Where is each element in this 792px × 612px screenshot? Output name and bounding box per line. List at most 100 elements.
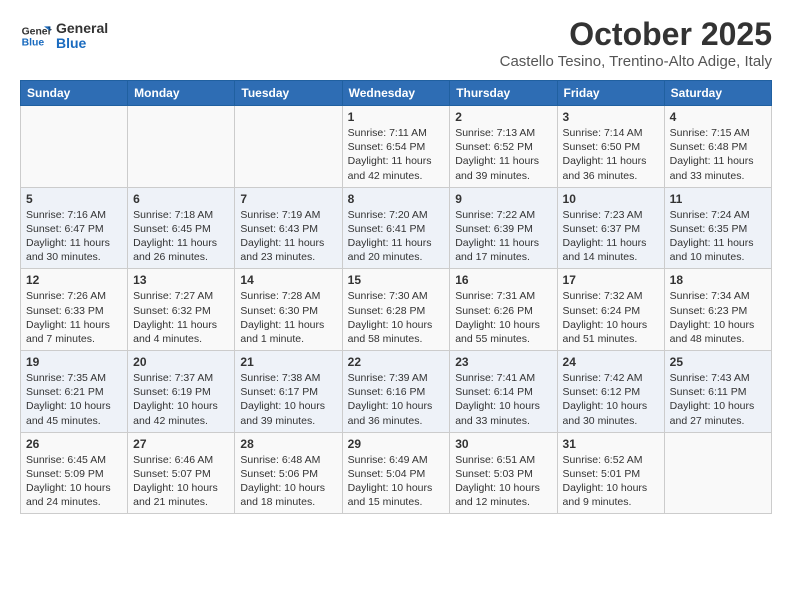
table-row: 14 Sunrise: 7:28 AM Sunset: 6:30 PM Dayli… — [235, 269, 342, 351]
day-number: 30 — [455, 437, 551, 451]
table-row: 2 Sunrise: 7:13 AM Sunset: 6:52 PM Daylig… — [450, 106, 557, 188]
calendar-week-row: 12Sunrise: 7:26 AM Sunset: 6:33 PM Dayli… — [21, 269, 772, 351]
day-number: 10 — [563, 192, 659, 206]
day-number: 14 — [240, 273, 336, 287]
day-info: Sunrise: 7:16 AM Sunset: 6:47 PM Dayligh… — [26, 208, 122, 265]
table-row: 22Sunrise: 7:39 AM Sunset: 6:16 PM Dayli… — [342, 351, 450, 433]
day-number: 16 — [455, 273, 551, 287]
day-number: 21 — [240, 355, 336, 369]
calendar-header-row: Sunday Monday Tuesday Wednesday Thursday… — [21, 81, 772, 106]
table-row: 7 Sunrise: 7:19 AM Sunset: 6:43 PM Daylig… — [235, 187, 342, 269]
day-number: 18 — [670, 273, 766, 287]
day-info: Sunrise: 7:14 AM Sunset: 6:50 PM Dayligh… — [563, 126, 659, 183]
logo: General Blue General Blue — [20, 20, 108, 52]
day-info: Sunrise: 6:45 AM Sunset: 5:09 PM Dayligh… — [26, 453, 122, 510]
table-row: 20 Sunrise: 7:37 AM Sunset: 6:19 PM Dayli… — [128, 351, 235, 433]
table-row: 19 Sunrise: 7:35 AM Sunset: 6:21 PM Dayli… — [21, 351, 128, 433]
day-number: 1 — [348, 110, 445, 124]
day-info: Sunrise: 6:48 AM Sunset: 5:06 PM Dayligh… — [240, 453, 336, 510]
col-tuesday: Tuesday — [235, 81, 342, 106]
day-info: Sunrise: 6:51 AM Sunset: 5:03 PM Dayligh… — [455, 453, 551, 510]
day-info: Sunrise: 7:20 AM Sunset: 6:41 PM Dayligh… — [348, 208, 445, 265]
day-number: 17 — [563, 273, 659, 287]
table-row: 16 Sunrise: 7:31 AM Sunset: 6:26 PM Dayli… — [450, 269, 557, 351]
day-number: 8 — [348, 192, 445, 206]
day-info: Sunrise: 7:27 AM Sunset: 6:32 PM Dayligh… — [133, 289, 229, 346]
day-info: Sunrise: 7:38 AM Sunset: 6:17 PM Dayligh… — [240, 371, 336, 428]
col-saturday: Saturday — [664, 81, 771, 106]
day-info: Sunrise: 7:41 AM Sunset: 6:14 PM Dayligh… — [455, 371, 551, 428]
day-info: Sunrise: 7:11 AM Sunset: 6:54 PM Dayligh… — [348, 126, 445, 183]
day-info: Sunrise: 7:26 AM Sunset: 6:33 PM Dayligh… — [26, 289, 122, 346]
day-info: Sunrise: 7:34 AM Sunset: 6:23 PM Dayligh… — [670, 289, 766, 346]
logo-line2: Blue — [56, 36, 108, 51]
calendar-table: Sunday Monday Tuesday Wednesday Thursday… — [20, 80, 772, 514]
svg-text:Blue: Blue — [22, 38, 45, 49]
table-row — [235, 106, 342, 188]
day-number: 2 — [455, 110, 551, 124]
col-wednesday: Wednesday — [342, 81, 450, 106]
day-number: 27 — [133, 437, 229, 451]
day-info: Sunrise: 7:18 AM Sunset: 6:45 PM Dayligh… — [133, 208, 229, 265]
calendar-week-row: 1 Sunrise: 7:11 AM Sunset: 6:54 PM Daylig… — [21, 106, 772, 188]
day-number: 29 — [348, 437, 445, 451]
calendar-week-row: 5 Sunrise: 7:16 AM Sunset: 6:47 PM Daylig… — [21, 187, 772, 269]
day-info: Sunrise: 7:37 AM Sunset: 6:19 PM Dayligh… — [133, 371, 229, 428]
table-row: 13 Sunrise: 7:27 AM Sunset: 6:32 PM Dayli… — [128, 269, 235, 351]
day-info: Sunrise: 6:52 AM Sunset: 5:01 PM Dayligh… — [563, 453, 659, 510]
col-thursday: Thursday — [450, 81, 557, 106]
table-row — [128, 106, 235, 188]
day-number: 11 — [670, 192, 766, 206]
table-row — [664, 432, 771, 514]
table-row: 28Sunrise: 6:48 AM Sunset: 5:06 PM Dayli… — [235, 432, 342, 514]
day-info: Sunrise: 7:42 AM Sunset: 6:12 PM Dayligh… — [563, 371, 659, 428]
day-number: 24 — [563, 355, 659, 369]
day-number: 20 — [133, 355, 229, 369]
table-row: 30 Sunrise: 6:51 AM Sunset: 5:03 PM Dayli… — [450, 432, 557, 514]
col-sunday: Sunday — [21, 81, 128, 106]
day-info: Sunrise: 7:35 AM Sunset: 6:21 PM Dayligh… — [26, 371, 122, 428]
day-info: Sunrise: 7:19 AM Sunset: 6:43 PM Dayligh… — [240, 208, 336, 265]
table-row: 29Sunrise: 6:49 AM Sunset: 5:04 PM Dayli… — [342, 432, 450, 514]
table-row: 10Sunrise: 7:23 AM Sunset: 6:37 PM Dayli… — [557, 187, 664, 269]
table-row: 25Sunrise: 7:43 AM Sunset: 6:11 PM Dayli… — [664, 351, 771, 433]
month-year: October 2025 — [500, 16, 772, 53]
table-row: 27 Sunrise: 6:46 AM Sunset: 5:07 PM Dayli… — [128, 432, 235, 514]
day-number: 22 — [348, 355, 445, 369]
day-number: 5 — [26, 192, 122, 206]
logo-line1: General — [56, 21, 108, 36]
table-row: 21 Sunrise: 7:38 AM Sunset: 6:17 PM Dayli… — [235, 351, 342, 433]
location: Castello Tesino, Trentino-Alto Adige, It… — [500, 53, 772, 70]
table-row: 12Sunrise: 7:26 AM Sunset: 6:33 PM Dayli… — [21, 269, 128, 351]
table-row: 11 Sunrise: 7:24 AM Sunset: 6:35 PM Dayli… — [664, 187, 771, 269]
col-monday: Monday — [128, 81, 235, 106]
day-number: 7 — [240, 192, 336, 206]
day-info: Sunrise: 7:32 AM Sunset: 6:24 PM Dayligh… — [563, 289, 659, 346]
table-row — [21, 106, 128, 188]
calendar-week-row: 26Sunrise: 6:45 AM Sunset: 5:09 PM Dayli… — [21, 432, 772, 514]
table-row: 1 Sunrise: 7:11 AM Sunset: 6:54 PM Daylig… — [342, 106, 450, 188]
day-number: 13 — [133, 273, 229, 287]
table-row: 15 Sunrise: 7:30 AM Sunset: 6:28 PM Dayli… — [342, 269, 450, 351]
day-info: Sunrise: 7:24 AM Sunset: 6:35 PM Dayligh… — [670, 208, 766, 265]
table-row: 8 Sunrise: 7:20 AM Sunset: 6:41 PM Daylig… — [342, 187, 450, 269]
calendar-week-row: 19 Sunrise: 7:35 AM Sunset: 6:21 PM Dayli… — [21, 351, 772, 433]
day-number: 6 — [133, 192, 229, 206]
day-number: 31 — [563, 437, 659, 451]
day-info: Sunrise: 7:43 AM Sunset: 6:11 PM Dayligh… — [670, 371, 766, 428]
day-number: 19 — [26, 355, 122, 369]
day-info: Sunrise: 7:22 AM Sunset: 6:39 PM Dayligh… — [455, 208, 551, 265]
day-info: Sunrise: 7:15 AM Sunset: 6:48 PM Dayligh… — [670, 126, 766, 183]
day-number: 3 — [563, 110, 659, 124]
col-friday: Friday — [557, 81, 664, 106]
day-number: 15 — [348, 273, 445, 287]
day-info: Sunrise: 7:13 AM Sunset: 6:52 PM Dayligh… — [455, 126, 551, 183]
logo-icon: General Blue — [20, 20, 52, 52]
day-number: 23 — [455, 355, 551, 369]
day-info: Sunrise: 7:31 AM Sunset: 6:26 PM Dayligh… — [455, 289, 551, 346]
day-number: 4 — [670, 110, 766, 124]
day-info: Sunrise: 7:30 AM Sunset: 6:28 PM Dayligh… — [348, 289, 445, 346]
table-row: 26Sunrise: 6:45 AM Sunset: 5:09 PM Dayli… — [21, 432, 128, 514]
day-info: Sunrise: 7:28 AM Sunset: 6:30 PM Dayligh… — [240, 289, 336, 346]
day-info: Sunrise: 6:46 AM Sunset: 5:07 PM Dayligh… — [133, 453, 229, 510]
